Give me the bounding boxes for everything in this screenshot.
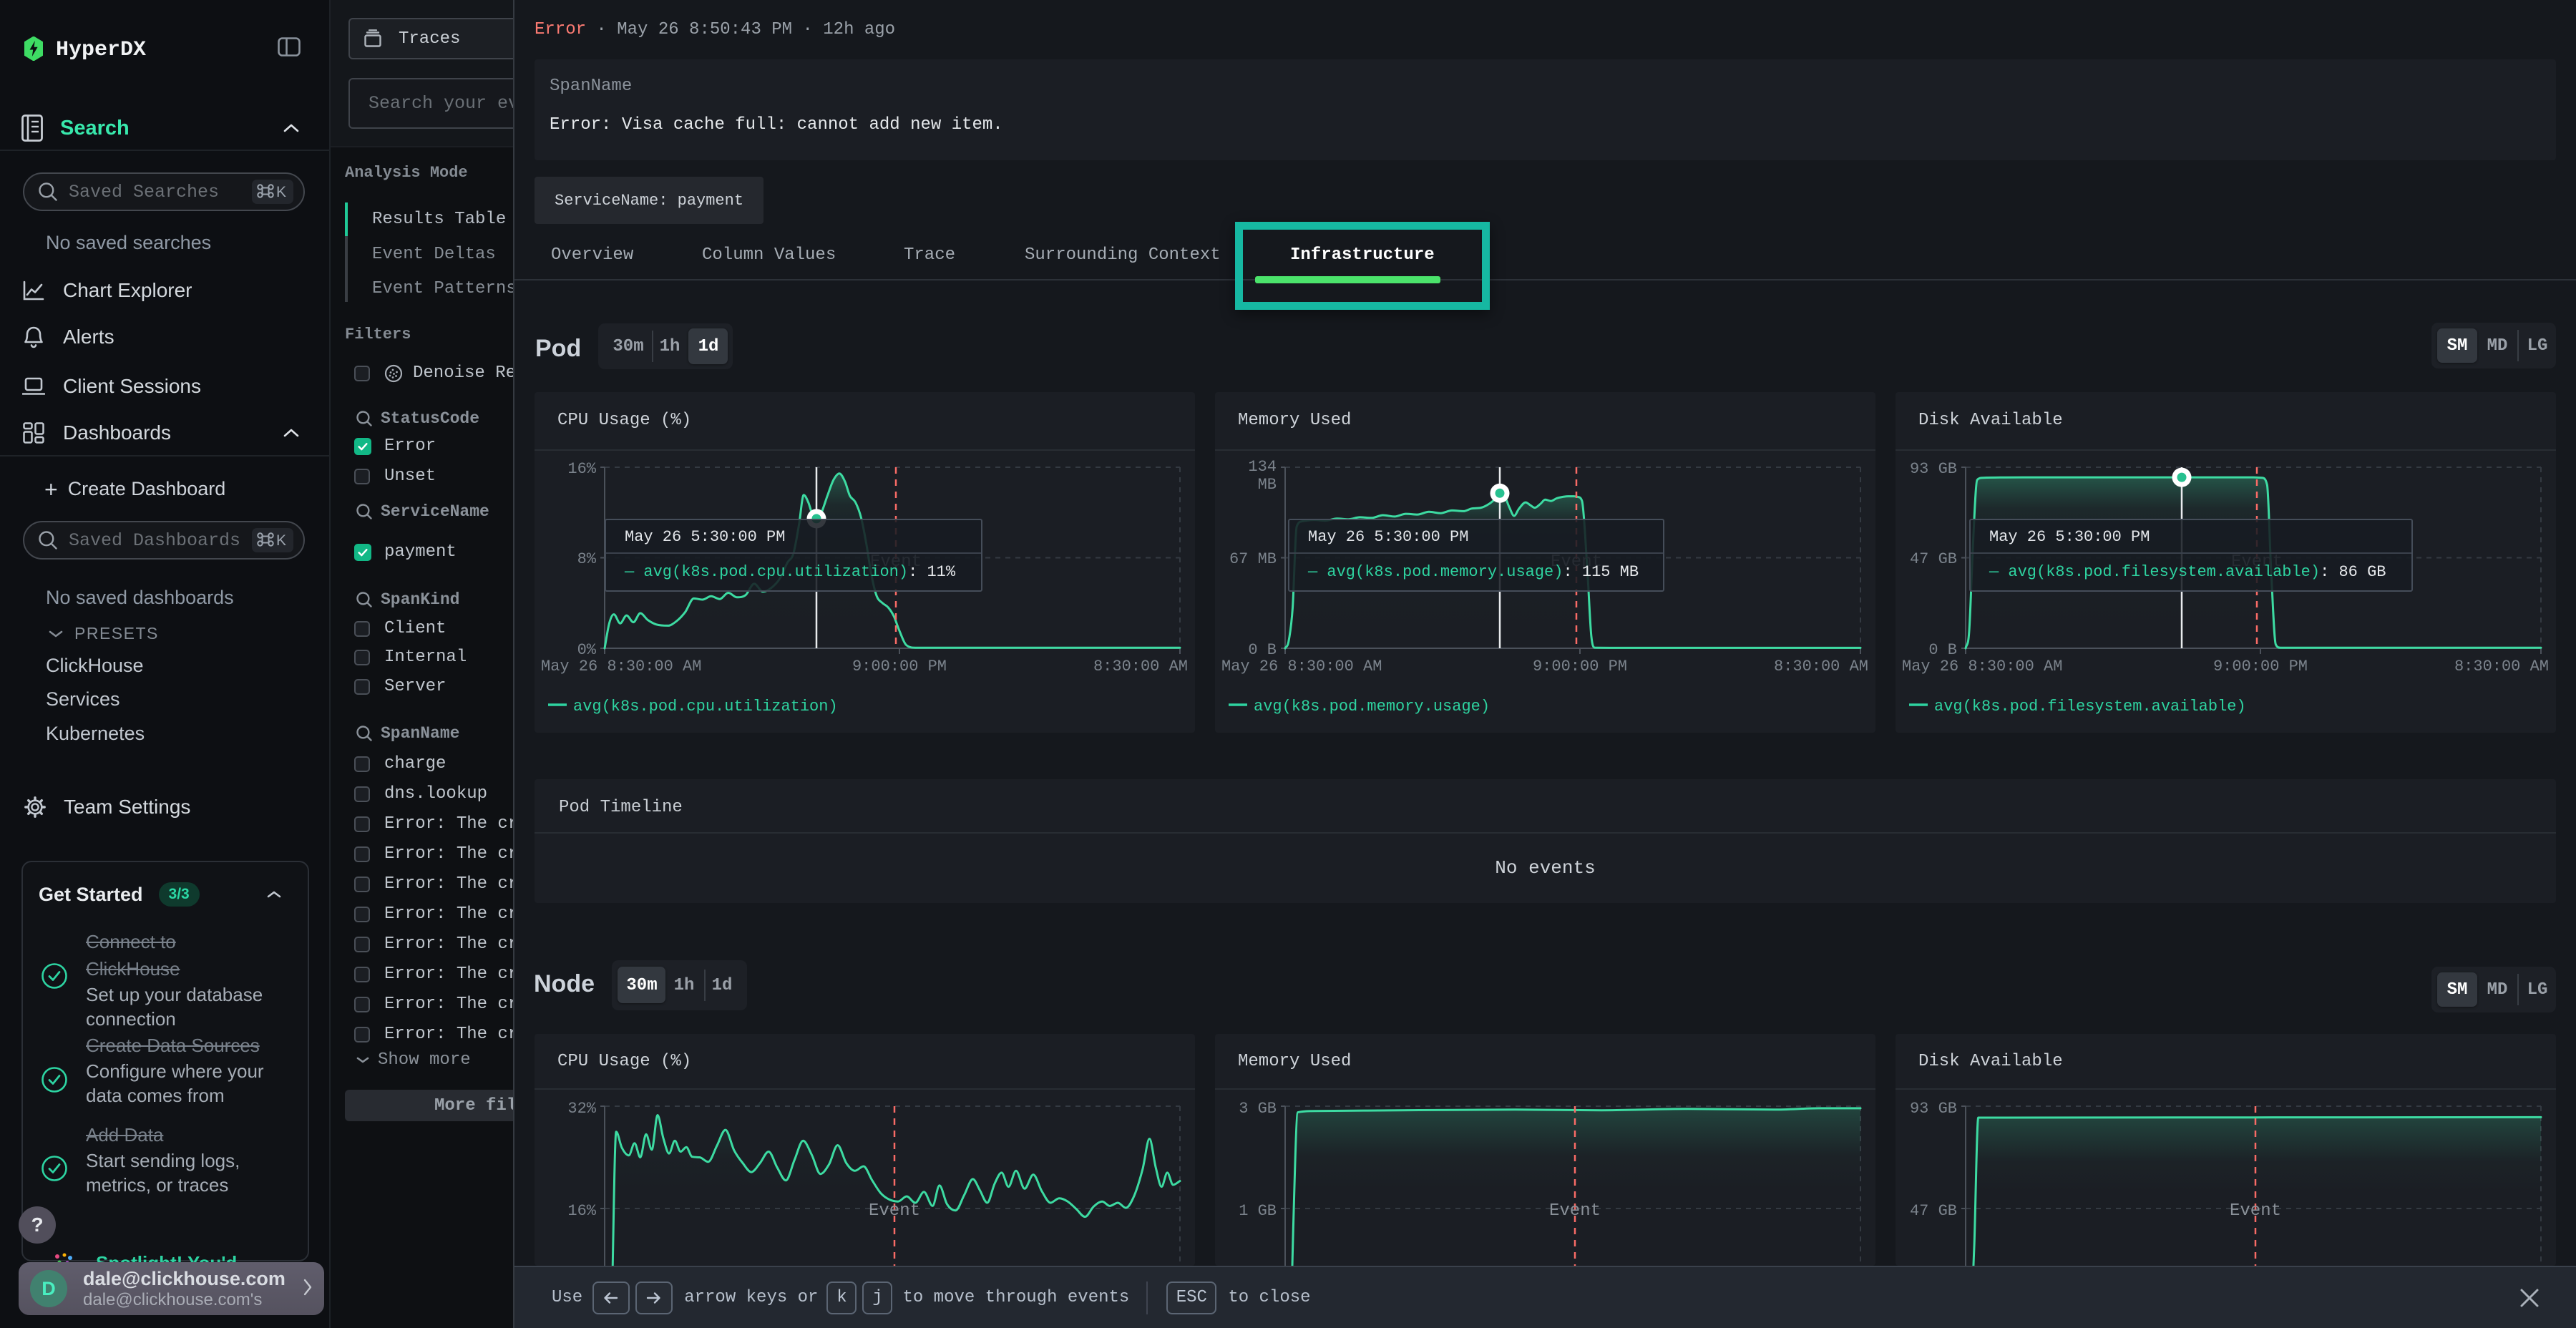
svg-text:K: K	[276, 532, 286, 549]
svg-text:1 GB: 1 GB	[1239, 1202, 1277, 1220]
svg-text:32%: 32%	[567, 1100, 596, 1118]
svg-text:9:00:00 PM: 9:00:00 PM	[852, 658, 947, 675]
svg-text:8:30:00 AM: 8:30:00 AM	[1093, 658, 1188, 675]
svg-text:16%: 16%	[567, 460, 596, 478]
svg-text:May 26 8:30:00 AM: May 26 8:30:00 AM	[1902, 658, 2062, 675]
svg-text:134: 134	[1248, 458, 1277, 476]
svg-text:3 GB: 3 GB	[1239, 1100, 1277, 1118]
svg-text:93 GB: 93 GB	[1910, 1100, 1957, 1118]
svg-text:MB: MB	[1258, 476, 1277, 494]
svg-text:avg(k8s.pod.cpu.utilization): avg(k8s.pod.cpu.utilization)	[573, 698, 838, 716]
svg-text:9:00:00 PM: 9:00:00 PM	[2213, 658, 2308, 675]
svg-text:8:30:00 AM: 8:30:00 AM	[2454, 658, 2549, 675]
svg-text:9:00:00 PM: 9:00:00 PM	[1533, 658, 1627, 675]
svg-text:avg(k8s.pod.filesystem.availab: avg(k8s.pod.filesystem.available)	[1934, 698, 2246, 716]
svg-text:47 GB: 47 GB	[1910, 550, 1957, 568]
svg-text:May 26 8:30:00 AM: May 26 8:30:00 AM	[1221, 658, 1382, 675]
svg-text:8:30:00 AM: 8:30:00 AM	[1774, 658, 1868, 675]
svg-text:CPU Usage (%): CPU Usage (%)	[557, 1052, 691, 1071]
svg-text:0 B: 0 B	[1248, 641, 1277, 659]
svg-text:0 B: 0 B	[1928, 641, 1957, 659]
svg-text:8%: 8%	[577, 550, 597, 568]
svg-text:CPU Usage (%): CPU Usage (%)	[557, 411, 691, 430]
svg-text:Memory Used: Memory Used	[1238, 411, 1351, 430]
svg-text:0%: 0%	[577, 641, 597, 659]
svg-text:K: K	[276, 184, 286, 200]
svg-text:Memory Used: Memory Used	[1238, 1052, 1351, 1071]
svg-text:avg(k8s.pod.memory.usage): avg(k8s.pod.memory.usage)	[1254, 698, 1490, 716]
svg-text:47 GB: 47 GB	[1910, 1202, 1957, 1220]
svg-text:Disk Available: Disk Available	[1918, 1052, 2063, 1071]
svg-text:67 MB: 67 MB	[1229, 550, 1277, 568]
svg-text:Event: Event	[869, 1201, 920, 1221]
svg-text:Event: Event	[2230, 1201, 2281, 1221]
svg-text:Disk Available: Disk Available	[1918, 411, 2063, 430]
svg-text:May 26 8:30:00 AM: May 26 8:30:00 AM	[541, 658, 701, 675]
svg-text:Event: Event	[1549, 1201, 1601, 1221]
svg-text:93 GB: 93 GB	[1910, 460, 1957, 478]
svg-text:16%: 16%	[567, 1202, 596, 1220]
